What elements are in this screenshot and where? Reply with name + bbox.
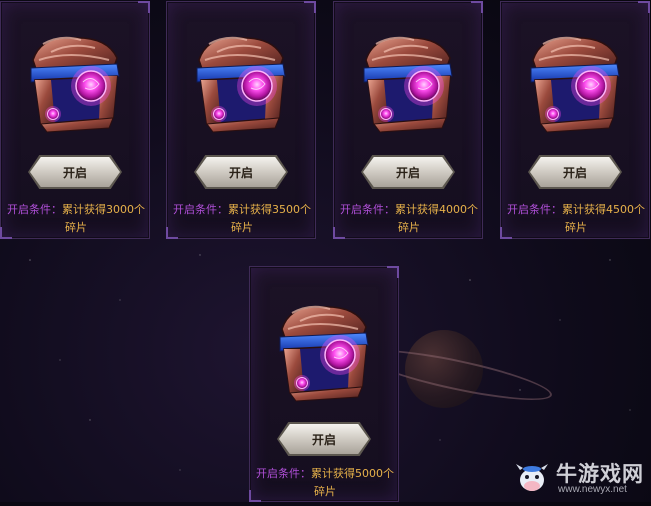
- condition-line2: 碎片: [565, 221, 587, 234]
- condition-label: 开启条件：: [256, 467, 311, 480]
- condition-line2: 碎片: [231, 221, 253, 234]
- condition-line2: 碎片: [65, 221, 87, 234]
- chest-card-4: 开启 开启条件：累计获得4500个 碎片: [500, 1, 650, 239]
- condition-label: 开启条件：: [173, 203, 228, 216]
- chest-card-3: 开启 开启条件：累计获得4000个 碎片: [333, 1, 483, 239]
- open-condition: 开启条件：累计获得5000个 碎片: [250, 465, 400, 501]
- treasure-chest-icon[interactable]: [354, 30, 462, 138]
- open-condition: 开启条件：累计获得3000个 碎片: [1, 201, 151, 237]
- condition-label: 开启条件：: [7, 203, 62, 216]
- open-condition: 开启条件：累计获得4000个 碎片: [334, 201, 484, 237]
- condition-label: 开启条件：: [507, 203, 562, 216]
- condition-value: 累计获得4500个: [562, 203, 645, 216]
- cow-mascot-icon: [516, 464, 548, 491]
- open-button[interactable]: 开启: [530, 157, 620, 187]
- treasure-chest-icon[interactable]: [187, 30, 295, 138]
- treasure-chest-icon[interactable]: [521, 30, 629, 138]
- condition-line2: 碎片: [398, 221, 420, 234]
- open-condition: 开启条件：累计获得4500个 碎片: [501, 201, 651, 237]
- open-button[interactable]: 开启: [363, 157, 453, 187]
- condition-value: 累计获得3000个: [62, 203, 145, 216]
- treasure-chest-icon[interactable]: [270, 299, 378, 407]
- open-button[interactable]: 开启: [279, 424, 369, 454]
- open-condition: 开启条件：累计获得3500个 碎片: [167, 201, 317, 237]
- condition-value: 累计获得3500个: [228, 203, 311, 216]
- site-watermark: 牛游戏网 www.newyx.net: [512, 458, 647, 498]
- condition-value: 累计获得4000个: [395, 203, 478, 216]
- condition-value: 累计获得5000个: [311, 467, 394, 480]
- chest-card-5: 开启 开启条件：累计获得5000个 碎片: [249, 266, 399, 502]
- watermark-url: www.newyx.net: [558, 484, 627, 495]
- open-button[interactable]: 开启: [30, 157, 120, 187]
- treasure-chest-icon[interactable]: [21, 30, 129, 138]
- chest-card-1: 开启 开启条件：累计获得3000个 碎片: [0, 1, 150, 239]
- chest-card-2: 开启 开启条件：累计获得3500个 碎片: [166, 1, 316, 239]
- condition-label: 开启条件：: [340, 203, 395, 216]
- open-button[interactable]: 开启: [196, 157, 286, 187]
- condition-line2: 碎片: [314, 485, 336, 498]
